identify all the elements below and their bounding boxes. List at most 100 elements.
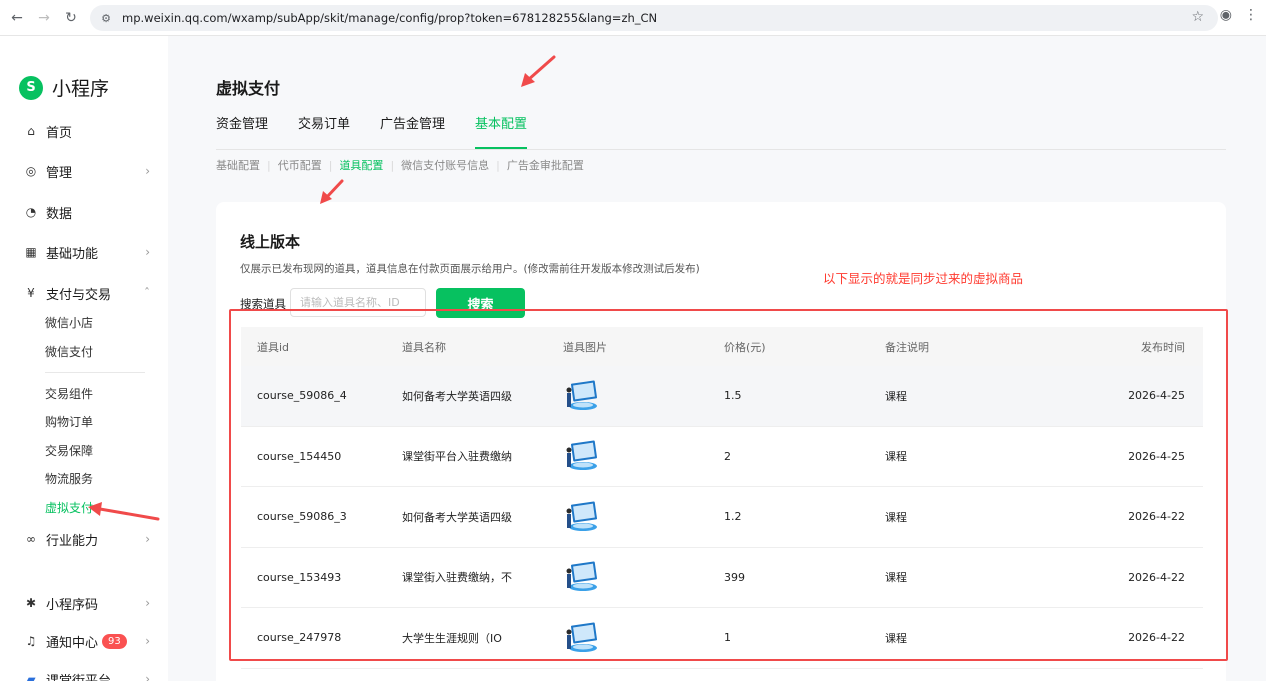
sidebar-item-qrcode[interactable]: ✱ 小程序码 ›	[24, 593, 152, 613]
sidebar-sub-guarantee[interactable]: 交易保障	[45, 442, 93, 460]
sidebar-item-manage[interactable]: ◎ 管理 ›	[24, 161, 152, 181]
subtab-ad-approval[interactable]: 广告金审批配置	[507, 157, 584, 173]
sidebar-sub-component[interactable]: 交易组件	[45, 385, 93, 403]
table-row: course_154450 课堂街平台入驻费缴纳 2 课程 2026-4-25	[241, 427, 1203, 487]
sidebar-item-home[interactable]: ⌂ 首页	[24, 121, 152, 141]
chevron-right-icon: ›	[145, 164, 150, 178]
cell-image	[563, 499, 724, 535]
cell-name: 大学生生涯规则（IO	[402, 631, 502, 645]
browser-toolbar: ← → ↻ ⚙ mp.weixin.qq.com/wxamp/subApp/sk…	[0, 0, 1266, 36]
subtab-props[interactable]: 道具配置	[339, 157, 383, 173]
cell-image	[563, 438, 724, 474]
sidebar-item-basic[interactable]: ▦ 基础功能 ›	[24, 242, 152, 262]
url-text: mp.weixin.qq.com/wxamp/subApp/skit/manag…	[122, 11, 658, 25]
sidebar-item-label: 首页	[46, 125, 73, 141]
table-body: course_59086_4 如何备考大学英语四级 1.5 课程 2026-4-25 co…	[241, 366, 1203, 669]
sidebar-item-label: 行业能力	[46, 533, 99, 549]
chevron-right-icon: ›	[145, 596, 150, 610]
forward-arrow-icon[interactable]: →	[33, 7, 55, 29]
bell-icon: ♫	[25, 634, 37, 648]
header-price: 价格(元)	[724, 340, 766, 354]
profile-icon[interactable]: ◉	[1220, 7, 1232, 23]
cell-price: 1	[724, 631, 731, 645]
prop-thumbnail-icon[interactable]	[563, 438, 599, 474]
chevron-up-icon: ˆ	[144, 286, 150, 300]
cell-id: course_59086_3	[257, 510, 347, 524]
sidebar-sub-wxshop[interactable]: 微信小店	[45, 314, 93, 332]
cell-price: 2	[724, 449, 731, 463]
home-icon: ⌂	[27, 124, 35, 138]
sidebar-item-data[interactable]: ◔ 数据	[24, 202, 152, 222]
prop-thumbnail-icon[interactable]	[563, 378, 599, 414]
card-title: 线上版本	[240, 233, 301, 251]
sidebar-item-notify[interactable]: ♫ 通知中心 93 ›	[24, 631, 152, 651]
main-tabs: 资金管理 交易订单 广告金管理 基本配置	[216, 113, 557, 149]
table-row: course_153493 课堂街入驻费缴纳，不 399 课程 2026-4-22	[241, 548, 1203, 608]
cell-price: 1.2	[724, 510, 742, 524]
bookmark-star-icon[interactable]: ☆	[1191, 9, 1204, 25]
header-name: 道具名称	[402, 340, 446, 354]
cell-price: 1.5	[724, 389, 742, 403]
cell-name: 如何备考大学英语四级	[402, 510, 512, 524]
page-title: 虚拟支付	[216, 79, 281, 98]
subtab-separator: |	[496, 158, 500, 172]
sidebar-sub-wxpay[interactable]: 微信支付	[45, 343, 93, 361]
cell-image	[563, 378, 724, 414]
prop-thumbnail-icon[interactable]	[563, 559, 599, 595]
prop-thumbnail-icon[interactable]	[563, 499, 599, 535]
sidebar-item-industry[interactable]: ∞ 行业能力 ›	[24, 529, 152, 549]
browser-menu-icon[interactable]: ⋮	[1244, 7, 1258, 23]
search-label: 搜索道具	[240, 297, 286, 311]
cell-id: course_153493	[257, 570, 342, 584]
subtab-wxpay-account[interactable]: 微信支付账号信息	[401, 157, 489, 173]
cell-date: 2026-4-25	[1128, 389, 1185, 403]
address-bar[interactable]: ⚙ mp.weixin.qq.com/wxamp/subApp/skit/man…	[90, 5, 1218, 31]
subtab-separator: |	[328, 158, 333, 172]
sidebar-item-payment[interactable]: ¥ 支付与交易 ˆ	[24, 283, 152, 303]
cell-id: course_154450	[257, 449, 342, 463]
subtab-token[interactable]: 代币配置	[278, 157, 322, 173]
cell-note: 课程	[885, 450, 907, 464]
header-date: 发布时间	[1141, 340, 1185, 354]
search-button[interactable]: 搜索	[436, 288, 525, 318]
tab-basic-config[interactable]: 基本配置	[475, 113, 528, 149]
logo[interactable]: S 小程序	[19, 74, 109, 101]
qrcode-icon: ✱	[25, 596, 37, 610]
cell-note: 课程	[885, 571, 907, 585]
cell-note: 课程	[885, 631, 907, 645]
annotation-text: 以下显示的就是同步过来的虚拟商品	[823, 271, 1024, 286]
sub-tabs: 基础配置 | 代币配置 | 道具配置 | 微信支付账号信息 | 广告金审批配置	[216, 157, 584, 173]
sidebar-item-label: 课堂街平台	[46, 673, 112, 681]
header-id: 道具id	[257, 340, 290, 354]
tab-ad-funds[interactable]: 广告金管理	[380, 113, 445, 149]
cell-date: 2026-4-22	[1128, 631, 1185, 645]
header-note: 备注说明	[885, 340, 929, 354]
sidebar-item-label: 基础功能	[46, 246, 99, 262]
tab-orders[interactable]: 交易订单	[298, 113, 350, 149]
sidebar-sub-logistics[interactable]: 物流服务	[45, 470, 93, 488]
subtab-separator: |	[267, 158, 271, 172]
platform-icon: ▰	[26, 672, 36, 681]
chevron-right-icon: ›	[145, 672, 150, 681]
sidebar-sub-virtual-pay[interactable]: 虚拟支付	[45, 499, 93, 517]
grid-icon: ▦	[25, 245, 37, 259]
sidebar-item-label: 数据	[46, 206, 73, 222]
prop-thumbnail-icon[interactable]	[563, 620, 599, 656]
cell-price: 399	[724, 570, 745, 584]
sidebar-item-platform[interactable]: ▰ 课堂街平台 ›	[24, 669, 152, 681]
header-image: 道具图片	[563, 340, 607, 354]
subtab-basic[interactable]: 基础配置	[216, 157, 260, 173]
industry-icon: ∞	[26, 532, 36, 546]
site-settings-icon[interactable]: ⚙	[98, 10, 114, 26]
sidebar-item-label: 支付与交易	[46, 287, 112, 303]
tab-funds[interactable]: 资金管理	[216, 113, 268, 149]
sidebar-sub-orders[interactable]: 购物订单	[45, 413, 93, 431]
cell-note: 课程	[885, 389, 907, 403]
search-input[interactable]	[290, 288, 426, 317]
cell-date: 2026-4-25	[1128, 449, 1185, 463]
reload-icon[interactable]: ↻	[60, 7, 82, 29]
sidebar-item-label: 通知中心	[46, 635, 99, 651]
manage-icon: ◎	[25, 164, 37, 178]
back-arrow-icon[interactable]: ←	[6, 7, 28, 29]
card-description: 仅展示已发布现网的道具，道具信息在付款页面展示给用户。(修改需前往开发版本修改测…	[240, 263, 700, 275]
